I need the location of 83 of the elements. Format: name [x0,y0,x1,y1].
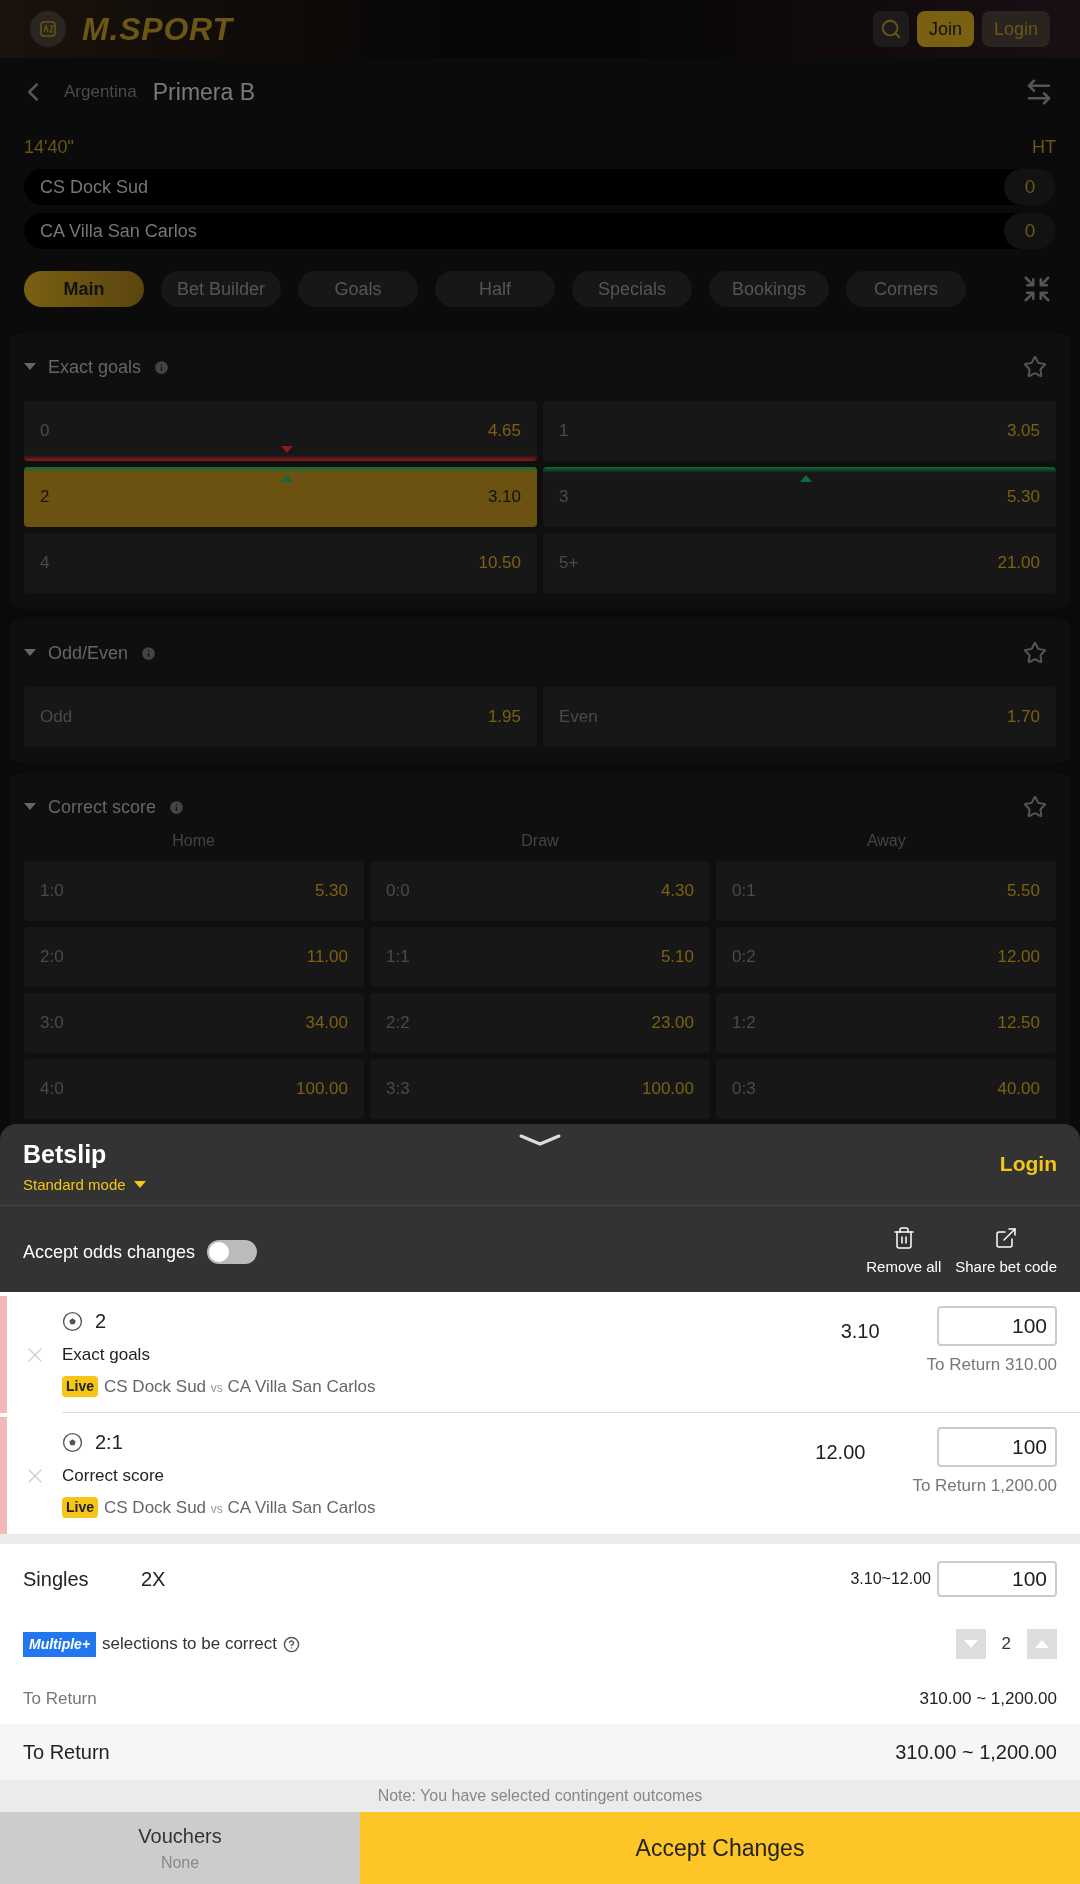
football-icon [62,1310,83,1332]
market-tab[interactable]: Bet Builder [161,271,281,307]
decrease-button[interactable] [955,1629,986,1659]
odds-down-icon [280,446,293,453]
favorite-star-icon[interactable] [1023,641,1047,665]
caret-icon [133,1181,146,1189]
bet-pick: 2:1 [95,1430,123,1455]
country-label: Argentina [64,81,137,104]
favorite-star-icon[interactable] [1023,795,1047,819]
login-button[interactable]: Login [981,11,1050,47]
vouchers-button[interactable]: Vouchers None [0,1812,360,1884]
market-tab[interactable]: Half [435,271,555,307]
market-tab[interactable]: Specials [572,271,692,307]
share-icon [994,1225,1019,1250]
bet-pick: 2 [95,1309,107,1334]
collapse-chevron-icon[interactable] [519,1134,561,1146]
singles-label: Singles [23,1567,90,1592]
bet-odds: 3.10 [840,1319,880,1344]
betslip-title: Betslip [23,1139,108,1170]
info-icon[interactable] [153,358,171,376]
stake-field[interactable]: 100 [937,1427,1057,1467]
collapse-icon[interactable] [1022,274,1052,304]
team-name: CA Villa San Carlos [40,219,197,243]
info-icon[interactable] [140,644,158,662]
stake-field[interactable]: 100 [937,1561,1057,1597]
favorite-star-icon[interactable] [1023,355,1047,379]
increase-button[interactable] [1027,1629,1057,1659]
trash-icon [891,1225,916,1250]
bet-market: Correct score [62,1465,166,1487]
down-triangle-icon [963,1640,978,1648]
team-score: 0 [1004,169,1056,205]
az-icon[interactable] [30,11,66,47]
to-return-text: To Return 310.00 [926,1354,1057,1376]
help-icon[interactable] [282,1635,300,1653]
odds-up-icon [799,475,812,482]
login-link[interactable]: Login [999,1148,1057,1180]
total-label: To Return [23,1740,110,1765]
market-title: Correct score [48,795,157,819]
stake-field[interactable]: 100 [937,1306,1057,1346]
match-teams: CS Dock Sud vs CA Villa San Carlos [104,1375,376,1398]
total-value: 310.00 ~ 1,200.00 [895,1740,1057,1765]
search-icon[interactable] [872,11,909,47]
live-badge: Live [62,1375,98,1397]
collapse-caret-icon[interactable] [24,363,36,371]
match-period: HT [1032,136,1056,159]
info-icon[interactable] [168,798,186,816]
odds-button[interactable]: 2 3.10 [24,467,537,527]
odds-up-icon [280,475,293,482]
match-teams: CS Dock Sud vs CA Villa San Carlos [104,1496,376,1519]
team-score: 0 [1004,213,1056,249]
to-return-label: To Return [23,1688,97,1711]
multiple-badge: Multiple+ [23,1631,97,1657]
odds-range: 3.10~12.00 [850,1569,931,1589]
bet-market: Exact goals [62,1344,151,1366]
market-tab[interactable]: Main [24,271,144,307]
match-time: 14'40" [24,136,74,159]
market-tab[interactable]: Goals [298,271,418,307]
market-title: Exact goals [48,355,142,379]
mode-dropdown[interactable]: Standard mode [23,1173,146,1196]
selections-text: selections to be correct [102,1633,277,1656]
singles-count: 2X [141,1567,166,1592]
to-return-value: 310.00 ~ 1,200.00 [919,1688,1057,1711]
to-return-text: To Return 1,200.00 [912,1475,1057,1497]
logo[interactable]: M.SPORT [82,5,233,53]
bet-odds: 12.00 [815,1440,866,1465]
share-bet-code-button[interactable]: Share bet code [955,1225,1057,1279]
football-icon [62,1431,83,1453]
remove-all-button[interactable]: Remove all [866,1225,942,1279]
market-tab[interactable]: Corners [846,271,966,307]
league-title: Primera B [152,77,256,107]
market-tab[interactable]: Bookings [709,271,829,307]
join-button[interactable]: Join [916,11,974,47]
note-text: Note: You have selected contingent outcomes [377,1786,703,1806]
live-badge: Live [62,1496,98,1518]
collapse-caret-icon[interactable] [24,803,36,811]
collapse-caret-icon[interactable] [24,649,36,657]
accept-changes-button[interactable]: Accept Changes [360,1812,1080,1884]
accept-odds-toggle[interactable] [207,1240,258,1264]
accept-odds-label: Accept odds changes [23,1240,196,1264]
team-name: CS Dock Sud [40,175,149,199]
up-triangle-icon [1035,1640,1049,1648]
market-title: Odd/Even [48,641,129,665]
selections-count: 2 [1001,1633,1011,1656]
